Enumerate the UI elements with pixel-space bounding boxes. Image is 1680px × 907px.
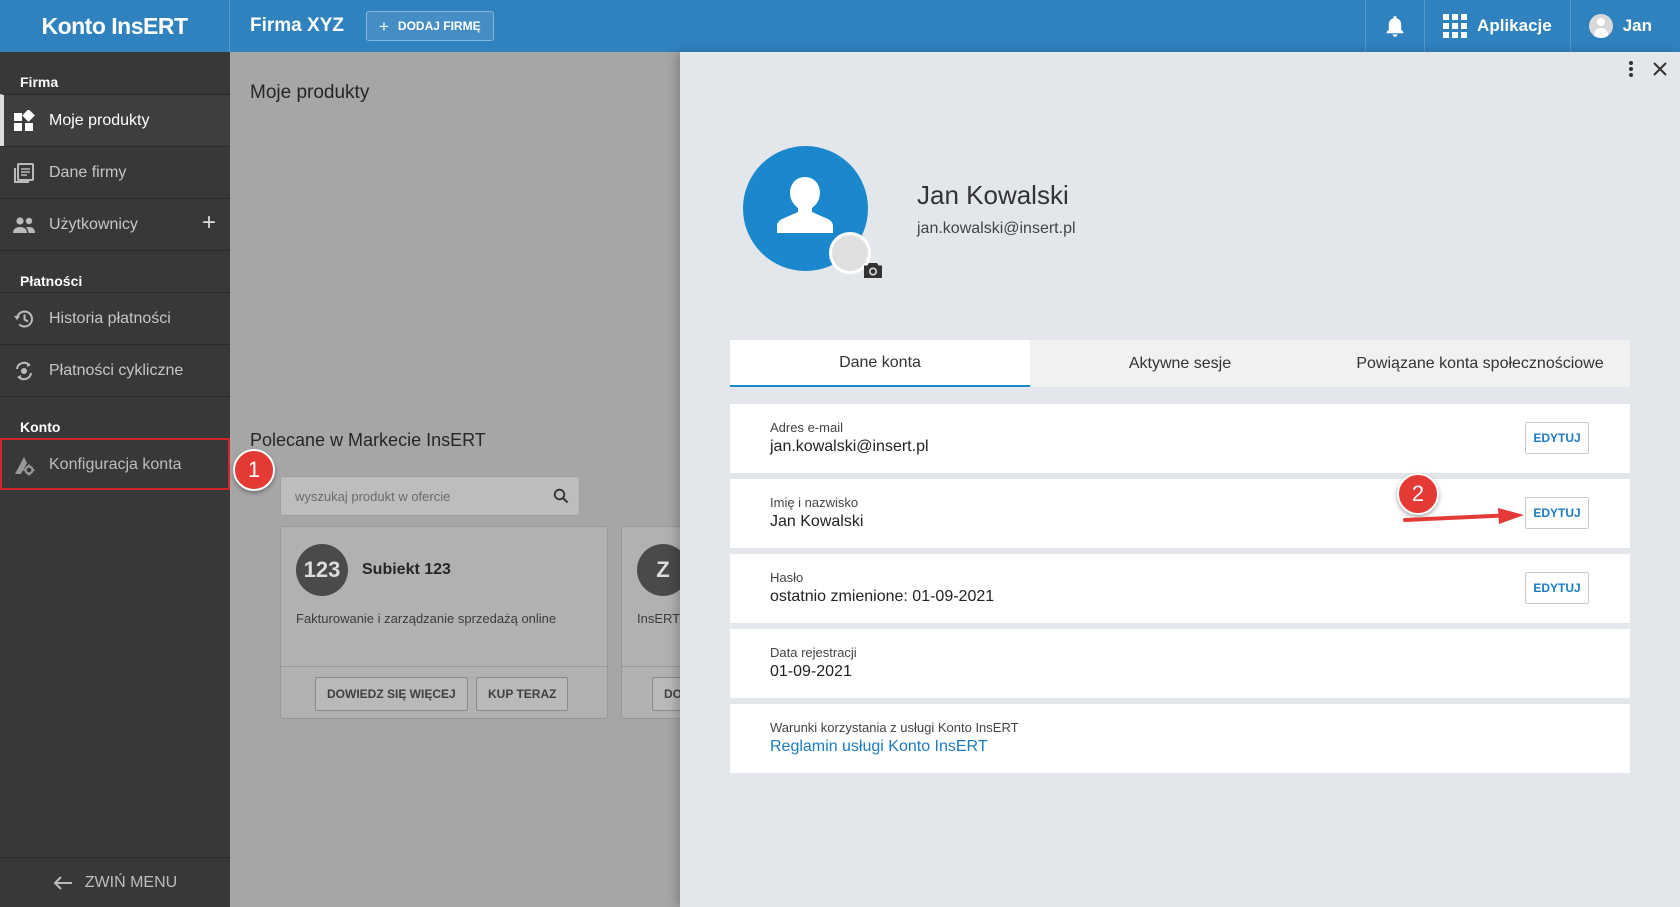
product-logo: 123	[296, 544, 348, 596]
camera-icon	[864, 263, 882, 278]
learn-more-button[interactable]: DO	[652, 677, 680, 711]
sidebar: Firma Moje produkty Dane firmy Użytkowni…	[0, 52, 230, 907]
history-icon	[12, 307, 36, 331]
step-marker-1: 1	[233, 449, 275, 491]
main-content: Moje produkty Polecane w Markecie InsERT…	[230, 52, 680, 907]
sidebar-item-platnosci-cykliczne[interactable]: Płatności cykliczne	[0, 344, 230, 396]
top-bar: Konto InsERT Firma XYZ + DODAJ FIRMĘ Apl…	[0, 0, 1680, 52]
row-registration-date: Data rejestracji 01-09-2021	[730, 629, 1630, 698]
bell-icon	[1386, 16, 1404, 37]
sidebar-item-label: Konfiguracja konta	[49, 455, 182, 473]
user-menu-button[interactable]: Jan	[1569, 0, 1680, 52]
section-title-firma: Firma	[20, 74, 59, 90]
field-label: Imię i nazwisko	[770, 495, 859, 510]
sidebar-item-label: Użytkownicy	[49, 215, 138, 233]
brand-logo[interactable]: Konto InsERT	[0, 0, 230, 52]
apps-grid-icon	[1443, 14, 1468, 38]
field-value: jan.kowalski@insert.pl	[770, 438, 929, 455]
tab-aktywne-sesje[interactable]: Aktywne sesje	[1030, 340, 1330, 387]
sidebar-item-dane-firmy[interactable]: Dane firmy	[0, 146, 230, 198]
products-icon	[12, 109, 36, 133]
buy-now-button[interactable]: KUP TERAZ	[476, 677, 569, 711]
tab-powiazane-konta[interactable]: Powiązane konta społecznościowe	[1330, 340, 1630, 387]
product-description: Fakturowanie i zarządzanie sprzedażą onl…	[296, 611, 557, 626]
add-company-button[interactable]: + DODAJ FIRMĘ	[365, 11, 494, 41]
field-value: 01-09-2021	[770, 663, 852, 680]
sidebar-item-label: Dane firmy	[49, 163, 127, 181]
user-avatar-icon	[1588, 14, 1613, 38]
sidebar-item-historia-platnosci[interactable]: Historia płatności	[0, 292, 230, 344]
arrow-left-icon	[53, 875, 72, 890]
product-logo: Z	[637, 544, 680, 596]
product-actions: DOWIEDZ SIĘ WIĘCEJ KUP TERAZ	[281, 666, 607, 718]
section-title-konto: Konto	[0, 396, 230, 438]
edit-name-button[interactable]: EDYTUJ	[1525, 497, 1589, 529]
account-panel: Jan Kowalski jan.kowalski@insert.pl Dane…	[680, 52, 1680, 907]
company-name[interactable]: Firma XYZ	[250, 15, 344, 37]
collapse-menu-label: ZWIŃ MENU	[84, 873, 178, 891]
terms-link[interactable]: Reglamin usługi Konto InsERT	[770, 738, 988, 756]
profile-avatar	[743, 146, 882, 278]
recommended-title: Polecane w Markecie InsERT	[250, 430, 486, 450]
product-card: 123 Subiekt 123 Fakturowanie i zarządzan…	[280, 526, 608, 719]
change-photo-button[interactable]	[829, 232, 882, 278]
row-terms: Warunki korzystania z usługi Konto InsER…	[730, 704, 1630, 773]
collapse-menu-button[interactable]: ZWIŃ MENU	[0, 857, 230, 907]
page-title: Moje produkty	[250, 82, 370, 103]
users-icon	[12, 213, 36, 237]
product-search-input[interactable]: wyszukaj produkt w ofercie	[280, 476, 580, 516]
user-silhouette-icon	[777, 177, 833, 233]
row-email: Adres e-mail jan.kowalski@insert.pl EDYT…	[730, 404, 1630, 473]
edit-email-button[interactable]: EDYTUJ	[1525, 422, 1589, 454]
sidebar-item-label: Płatności cykliczne	[49, 361, 184, 379]
field-value: ostatnio zmienione: 01-09-2021	[770, 588, 995, 605]
product-name[interactable]: Subiekt 123	[362, 561, 451, 579]
panel-tools	[1628, 60, 1668, 78]
plus-icon: +	[378, 16, 389, 36]
field-value: Jan Kowalski	[770, 513, 864, 530]
apps-label: Aplikacje	[1477, 16, 1552, 35]
learn-more-button[interactable]: DOWIEDZ SIĘ WIĘCEJ	[315, 677, 468, 711]
sidebar-item-label: Historia płatności	[49, 309, 171, 327]
tab-dane-konta[interactable]: Dane konta	[730, 340, 1030, 387]
row-password: Hasło ostatnio zmienione: 01-09-2021 EDY…	[730, 554, 1630, 623]
apps-button[interactable]: Aplikacje	[1424, 0, 1570, 52]
more-vertical-icon[interactable]	[1628, 60, 1634, 78]
field-label: Hasło	[770, 570, 804, 585]
top-right-actions: Aplikacje Jan	[1365, 0, 1680, 52]
account-settings-icon	[12, 453, 36, 477]
notifications-button[interactable]	[1365, 0, 1424, 52]
add-user-icon[interactable]: +	[202, 211, 216, 235]
close-icon[interactable]	[1652, 61, 1668, 77]
recurring-payment-icon	[12, 359, 36, 383]
profile-name: Jan Kowalski	[917, 180, 1069, 210]
user-label: Jan	[1622, 16, 1652, 35]
sidebar-item-label: Moje produkty	[49, 111, 150, 129]
profile-tabs: Dane konta Aktywne sesje Powiązane konta…	[730, 340, 1630, 387]
document-icon	[12, 161, 36, 185]
profile-email: jan.kowalski@insert.pl	[917, 220, 1076, 237]
section-title-platnosci: Płatności	[0, 250, 230, 292]
product-actions: DO	[622, 666, 680, 718]
add-company-label: DODAJ FIRMĘ	[397, 19, 481, 33]
red-arrow-icon	[1403, 508, 1524, 524]
sidebar-item-moje-produkty[interactable]: Moje produkty	[0, 94, 230, 146]
field-label: Adres e-mail	[770, 420, 843, 435]
field-label: Data rejestracji	[770, 645, 857, 660]
search-placeholder: wyszukaj produkt w ofercie	[295, 488, 451, 504]
search-icon[interactable]	[553, 488, 569, 504]
product-description: InsERT	[637, 611, 680, 626]
edit-password-button[interactable]: EDYTUJ	[1525, 572, 1589, 604]
sidebar-item-konfiguracja-konta[interactable]: Konfiguracja konta	[0, 438, 230, 490]
field-label: Warunki korzystania z usługi Konto InsER…	[770, 720, 1019, 735]
sidebar-item-uzytkownicy[interactable]: Użytkownicy +	[0, 198, 230, 250]
product-card: Z InsERT DO	[621, 526, 680, 719]
